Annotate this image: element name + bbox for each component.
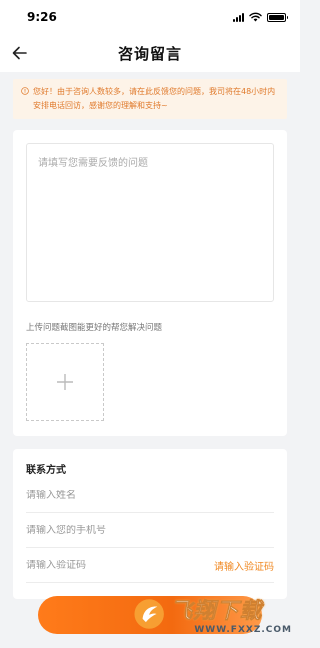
code-row: 请输入验证码 — [26, 549, 274, 583]
watermark-logo-icon — [134, 599, 164, 629]
nav-bar: 咨询留言 — [0, 34, 300, 72]
upload-image-button[interactable] — [26, 343, 104, 421]
feedback-textarea[interactable] — [26, 143, 274, 302]
status-icons — [233, 12, 288, 22]
name-input[interactable] — [26, 490, 274, 501]
status-time: 9:26 — [27, 10, 57, 24]
contact-card: 联系方式 请输入验证码 — [13, 449, 287, 599]
plus-icon — [57, 374, 73, 390]
watermark-brand: 飞翔下载 — [170, 599, 263, 625]
wifi-icon — [249, 12, 262, 22]
watermark-url: WWW.FXXZ.COM — [194, 625, 292, 635]
watermark: 飞翔下载 WWW.FXXZ.COM — [132, 586, 292, 642]
page-title: 咨询留言 — [117, 44, 182, 63]
contact-section-title: 联系方式 — [26, 465, 66, 476]
get-code-button[interactable]: 请输入验证码 — [214, 558, 274, 573]
watermark-text: 飞翔下载 WWW.FXXZ.COM — [170, 593, 292, 635]
phone-row — [26, 514, 274, 548]
cellular-signal-icon — [233, 12, 244, 22]
name-row — [26, 479, 274, 513]
battery-icon — [267, 12, 288, 22]
info-icon — [21, 87, 29, 95]
notice-text: 您好！由于咨询人数较多，请在此反馈您的问题，我司将在48小时内安排电话回访，感谢… — [33, 87, 276, 110]
status-bar: 9:26 — [0, 0, 300, 34]
verification-code-input[interactable] — [26, 560, 214, 571]
notice-banner: 您好！由于咨询人数较多，请在此反馈您的问题，我司将在48小时内安排电话回访，感谢… — [13, 79, 287, 119]
feedback-card: 上传问题截图能更好的帮您解决问题 — [13, 130, 287, 436]
phone-input[interactable] — [26, 525, 274, 536]
upload-hint: 上传问题截图能更好的帮您解决问题 — [26, 323, 163, 333]
back-arrow-icon[interactable] — [10, 43, 30, 63]
